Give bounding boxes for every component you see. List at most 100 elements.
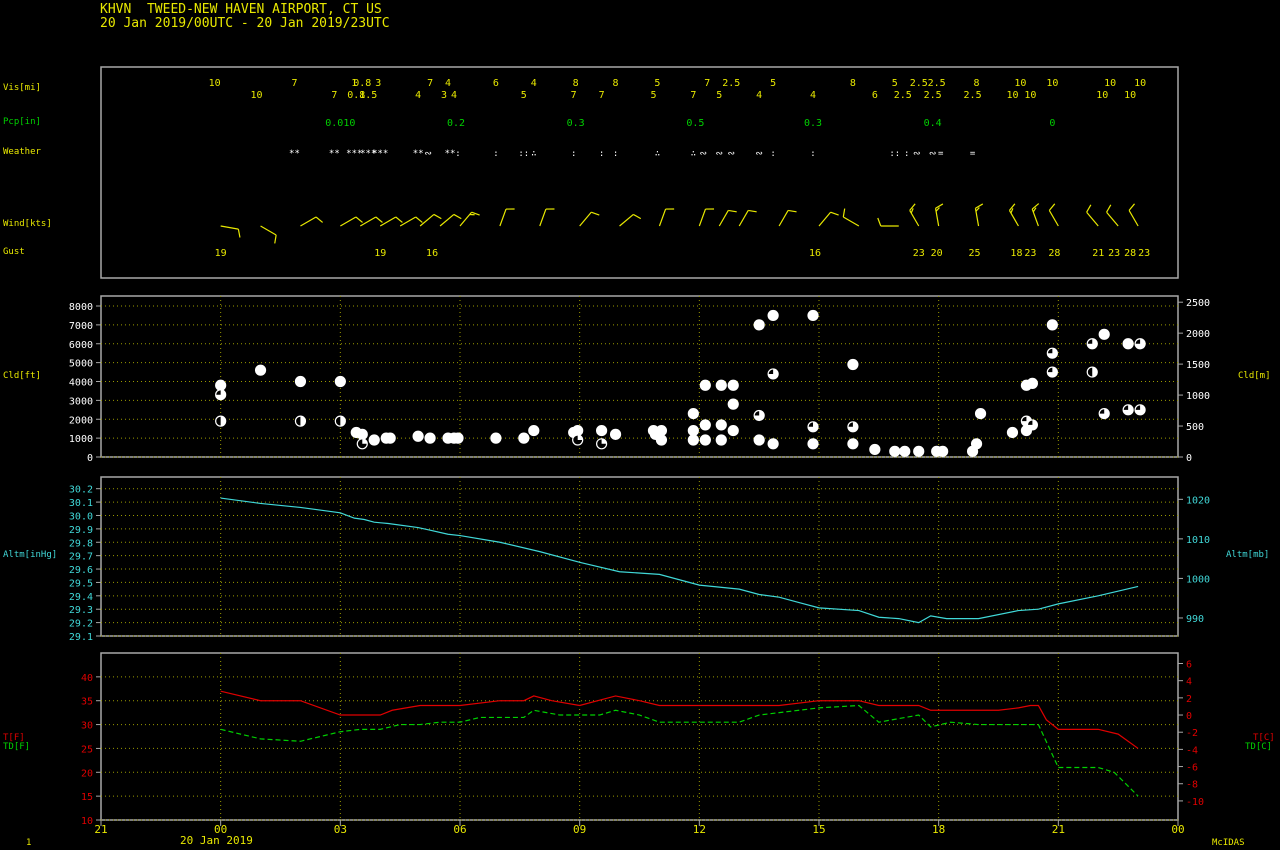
wind-barb-staff: [579, 211, 592, 227]
weather-symbol: :: [493, 149, 498, 159]
precip-value: 0.5: [686, 118, 704, 129]
grid-lines: [220, 296, 1059, 820]
gust-value: 19: [374, 248, 386, 259]
vis-value: 3: [441, 90, 447, 101]
cloud-cover-fill: [335, 376, 346, 387]
cloud-m-tick-label: 1000: [1186, 391, 1210, 402]
vis-value: 5: [521, 90, 527, 101]
precip-value: 0.2: [447, 118, 465, 129]
precip-value: 0.010: [325, 118, 355, 129]
precip-value: 0.3: [567, 118, 585, 129]
weather-symbol: ∴: [655, 149, 660, 159]
altm-mb-tick-label: 1000: [1186, 574, 1210, 585]
panel-frame-3: [100, 652, 1179, 821]
cloud-cover-fill: [716, 435, 727, 446]
wind-barb-flag: [728, 209, 737, 213]
wind-barb-staff: [260, 225, 277, 236]
wind-barb-flag: [274, 234, 277, 244]
wind-barb-staff: [658, 208, 667, 227]
cloud-cover-fill: [1123, 338, 1134, 349]
vis-value: 10: [251, 90, 263, 101]
panel-frames: [100, 66, 1179, 821]
weather-symbol: :: [571, 149, 576, 159]
cloud-cover-fill: [899, 446, 910, 457]
wind-barb-staff: [499, 208, 507, 227]
cloud-panel: 0 1000 2000 3000 4000 5000 6000 7000 8000 0 500 100…: [69, 298, 1210, 464]
cloud-cover-fill: [971, 438, 982, 449]
cloud-cover-fill: [754, 435, 765, 446]
wind-barb-flag: [633, 213, 642, 220]
weather-symbol: :: [599, 149, 604, 159]
vis-value: 1.5: [359, 90, 377, 101]
temp-c-tick-label: -4: [1186, 745, 1198, 756]
weather-symbol: :: [770, 149, 775, 159]
weather-symbol: ∾: [424, 149, 432, 159]
altm-mb-tick-label: 990: [1186, 614, 1204, 625]
wind-barb-staff: [619, 213, 634, 227]
temp-c-tick-label: -8: [1186, 780, 1198, 791]
wind-barb-flag: [1128, 203, 1136, 211]
vis-value: 5: [892, 78, 898, 89]
cloud-cover-fill: [357, 429, 368, 440]
vis-value: 2.5: [894, 90, 912, 101]
wind-barb-staff: [1128, 210, 1139, 227]
cloud-cover-fill: [688, 425, 699, 436]
cloud-cover-fill: [975, 408, 986, 419]
wind-barb-flag: [375, 216, 383, 223]
wind-barb-flag: [788, 209, 797, 213]
wind-barb-staff: [220, 225, 239, 230]
wind-barbs: [220, 203, 1139, 244]
wind-barb-flag: [842, 208, 846, 218]
cloud-cover-fill: [688, 408, 699, 419]
cloud-cover-fill: [610, 429, 621, 440]
x-tick-label: 03: [334, 823, 347, 836]
weather-symbol: ∴: [531, 149, 536, 159]
temp-f-tick-label: 40: [81, 673, 93, 684]
altm-inhg-tick-label: 29.4: [69, 592, 93, 603]
precip-row: 0.010 0.2 0.3 0.5 0.3 0.4 0: [325, 118, 1055, 129]
cloud-m-tick-label: 0: [1186, 453, 1192, 464]
vis-value: 2.5: [964, 90, 982, 101]
wind-barb-flag: [877, 217, 882, 227]
cloud-cover-fill: [425, 433, 436, 444]
vis-value: 4: [445, 78, 451, 89]
cloud-cover-fill: [869, 444, 880, 455]
x-tick-label: 00: [214, 823, 227, 836]
wind-barb-staff: [1086, 211, 1099, 227]
precip-value: 0.3: [804, 118, 822, 129]
cloud-cover-fill: [528, 425, 539, 436]
wind-barb-flag: [433, 213, 442, 220]
altm-inhg-tick-label: 29.7: [69, 552, 93, 563]
vis-value: 8: [573, 78, 579, 89]
cloud-ft-tick-label: 7000: [69, 321, 93, 332]
altm-inhg-tick-label: 30.2: [69, 485, 93, 496]
gust-value: 28: [1124, 248, 1136, 259]
wind-barb-staff: [419, 213, 435, 227]
wind-barb-flag: [1086, 204, 1092, 213]
cloud-cover-fill: [847, 359, 858, 370]
cloud-ft-tick-label: 4000: [69, 378, 93, 389]
wind-barb-flag: [237, 229, 241, 238]
temp-c-tick-label: 6: [1186, 659, 1192, 670]
gust-value: 23: [1024, 248, 1036, 259]
wind-barb-staff: [718, 210, 729, 227]
wind-barb-staff: [1106, 211, 1119, 227]
temp-c-tick-label: -10: [1186, 797, 1204, 808]
wind-barb-staff: [439, 213, 455, 227]
cloud-cover-fill: [413, 431, 424, 442]
wind-barb-staff: [359, 216, 377, 227]
wind-barb-staff: [843, 216, 860, 227]
vis-value: 10: [1134, 78, 1146, 89]
vis-value: 10: [1006, 90, 1018, 101]
vis-value: 10: [1104, 78, 1116, 89]
cloud-cover-fill: [716, 419, 727, 430]
cloud-cover-fill: [728, 380, 739, 391]
wind-barb-flag: [830, 211, 839, 216]
wind-barb-staff: [379, 216, 397, 227]
vis-value: 4: [756, 90, 762, 101]
vis-value: 10: [1014, 78, 1026, 89]
vis-value: 10: [1124, 90, 1136, 101]
altm-inhg-tick-label: 29.8: [69, 538, 93, 549]
cloud-cover-fill: [572, 425, 583, 436]
weather-symbol: ∾: [716, 149, 724, 159]
